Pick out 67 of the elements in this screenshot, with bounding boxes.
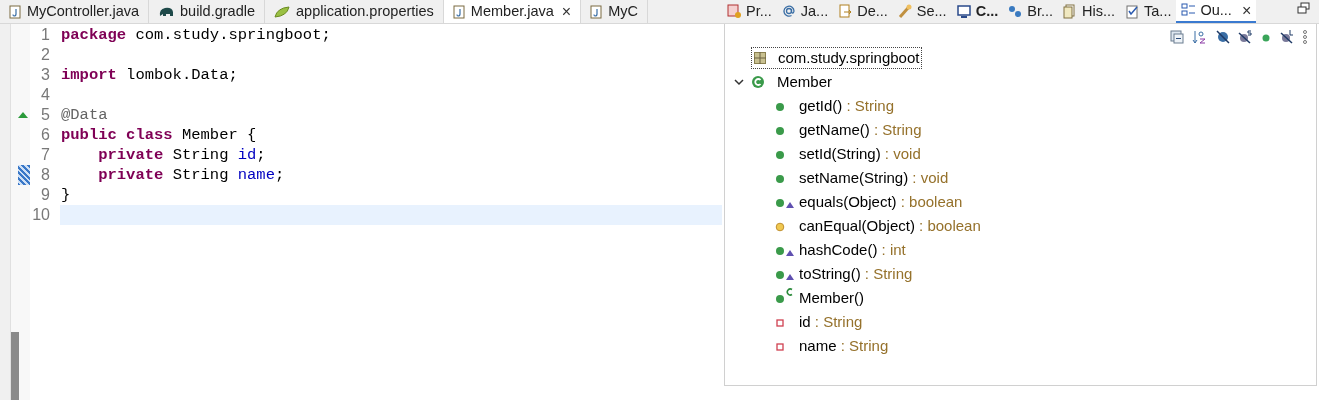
package-icon [754, 52, 766, 64]
line-number: 8 [40, 165, 50, 185]
outline-member[interactable]: id : String [799, 310, 863, 334]
line-number: 3 [40, 65, 50, 85]
line-number: 1 [40, 25, 50, 45]
hide-fields-icon[interactable] [1216, 30, 1230, 44]
outline-member[interactable]: setName(String) : void [799, 166, 949, 190]
restore-window-icon[interactable] [1297, 2, 1311, 16]
view-menu-icon[interactable] [1302, 30, 1308, 44]
hide-static-icon[interactable] [1238, 30, 1252, 44]
line-number: 9 [40, 185, 50, 205]
tasks-icon [1125, 4, 1141, 19]
java-file-icon [590, 4, 603, 19]
elephant-icon [158, 5, 174, 18]
at-sign-icon [781, 4, 797, 19]
view-tab[interactable]: Ta... [1120, 0, 1177, 23]
line-number: 6 [40, 125, 50, 145]
outline-member[interactable]: toString() : String [799, 262, 913, 286]
collapse-all-icon[interactable] [1170, 30, 1184, 44]
code-line: public class Member { [60, 125, 258, 145]
code-line: import lombok.Data; [60, 65, 239, 85]
outline-icon [1181, 3, 1197, 18]
view-tab[interactable]: Br... [1003, 0, 1058, 23]
scroll-thumb[interactable] [11, 332, 19, 400]
sort-icon[interactable] [1192, 30, 1208, 44]
line-number: 5 [40, 105, 50, 125]
line-number: 7 [40, 145, 50, 165]
outline-member[interactable]: getName() : String [799, 118, 922, 142]
editor-tab[interactable]: Member.java × [443, 0, 582, 23]
view-tab[interactable]: Ja... [776, 0, 834, 23]
class-icon [751, 75, 765, 89]
line-number: 4 [40, 85, 50, 105]
outline-member[interactable]: hashCode() : int [799, 238, 906, 262]
outline-member[interactable]: setId(String) : void [799, 142, 921, 166]
outline-member[interactable]: Member() [799, 286, 864, 310]
code-line: package com.study.springboot; [60, 25, 332, 45]
outline-member[interactable]: equals(Object) : boolean [799, 190, 963, 214]
outline-member[interactable]: name : String [799, 334, 889, 358]
view-tab[interactable]: Pr... [722, 0, 777, 23]
class-name[interactable]: Member [777, 70, 832, 94]
view-tab[interactable]: De... [833, 0, 893, 23]
close-icon[interactable]: × [1241, 0, 1252, 23]
view-tab[interactable]: His... [1058, 0, 1121, 23]
java-file-icon [9, 4, 21, 19]
hide-local-icon[interactable] [1280, 30, 1294, 44]
problems-icon [727, 4, 742, 19]
view-tab[interactable]: C... [951, 0, 1004, 23]
chevron-down-icon[interactable] [733, 76, 745, 88]
flashlight-icon [897, 4, 913, 19]
leaf-icon [274, 5, 290, 18]
view-tab[interactable]: Se... [892, 0, 952, 23]
code-line: @Data [60, 105, 109, 125]
breakpoints-icon [1008, 4, 1024, 19]
outline-member[interactable]: getId() : String [799, 94, 895, 118]
code-line: } [60, 185, 72, 205]
declaration-icon [838, 4, 854, 19]
line-number: 2 [40, 45, 50, 65]
close-icon[interactable]: × [561, 0, 572, 23]
outline-member[interactable]: canEqual(Object) : boolean [799, 214, 981, 238]
line-number: 10 [31, 205, 50, 225]
view-tab[interactable]: Ou... × [1176, 0, 1257, 23]
code-line: private String id; [97, 145, 267, 165]
history-icon [1063, 4, 1078, 19]
monitor-icon [956, 4, 972, 19]
java-file-icon [452, 4, 465, 19]
code-line: private String name; [97, 165, 286, 185]
package-node[interactable]: com.study.springboot [751, 47, 923, 69]
